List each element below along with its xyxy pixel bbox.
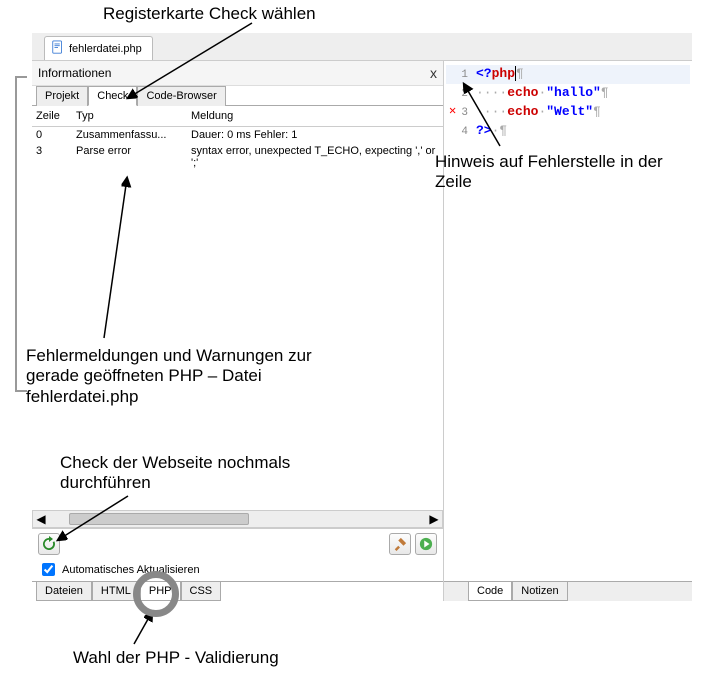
info-panel: Informationen x Projekt Check Code-Brows… xyxy=(32,61,444,601)
code-line: 1 <?php¶ xyxy=(446,65,690,84)
annotation-phpval: Wahl der PHP - Validierung xyxy=(73,648,279,668)
refresh-button[interactable] xyxy=(38,533,60,555)
code-line: 3 ····echo·"Welt"¶ xyxy=(446,103,690,122)
editor-panel: 1 <?php¶ 2 ····echo·"hallo"¶ 3 ····echo·… xyxy=(444,61,692,601)
ide-window: fehlerdatei.php Informationen x Projekt … xyxy=(32,33,692,603)
scroll-left-icon[interactable]: ◀ xyxy=(33,511,49,527)
file-tab-label: fehlerdatei.php xyxy=(69,43,142,55)
tab-projekt[interactable]: Projekt xyxy=(36,86,88,106)
close-icon[interactable]: x xyxy=(430,65,437,81)
error-marker-icon[interactable]: ✕ xyxy=(449,102,456,120)
bottom-tabs: Dateien HTML PHP CSS xyxy=(32,581,443,601)
auto-update-checkbox[interactable] xyxy=(42,563,55,576)
tab-code-browser[interactable]: Code-Browser xyxy=(137,86,225,106)
btab-css[interactable]: CSS xyxy=(181,582,222,601)
btab-php[interactable]: PHP xyxy=(140,582,181,601)
info-tabs: Projekt Check Code-Browser xyxy=(32,86,443,106)
annotation-recheck: Check der Webseite nochmals durchführen xyxy=(60,453,320,494)
play-button[interactable] xyxy=(415,533,437,555)
file-icon xyxy=(51,40,65,57)
auto-update-row: Automatisches Aktualisieren xyxy=(32,558,443,581)
tab-check[interactable]: Check xyxy=(88,86,137,106)
column-headers: Zeile Typ Meldung xyxy=(32,106,443,127)
col-typ[interactable]: Typ xyxy=(76,110,191,122)
file-tab-active[interactable]: fehlerdatei.php xyxy=(44,36,153,60)
file-tabstrip: fehlerdatei.php xyxy=(32,33,692,61)
code-line: 2 ····echo·"hallo"¶ xyxy=(446,84,690,103)
table-row[interactable]: 0 Zusammenfassu... Dauer: 0 ms Fehler: 1 xyxy=(32,127,443,143)
col-meldung[interactable]: Meldung xyxy=(191,110,439,122)
tab-notizen[interactable]: Notizen xyxy=(512,582,567,601)
scroll-thumb[interactable] xyxy=(69,513,249,525)
panel-toolbar xyxy=(32,528,443,558)
btab-html[interactable]: HTML xyxy=(92,582,140,601)
code-line: 4 ?>·¶ xyxy=(446,122,690,141)
annotation-errors: Fehlermeldungen und Warnungen zur gerade… xyxy=(26,346,326,407)
bracket-decoration xyxy=(15,76,27,392)
tools-button[interactable] xyxy=(389,533,411,555)
info-title: Informationen xyxy=(38,66,111,80)
code-editor[interactable]: 1 <?php¶ 2 ····echo·"hallo"¶ 3 ····echo·… xyxy=(444,61,692,581)
auto-update-label: Automatisches Aktualisieren xyxy=(62,564,200,576)
horizontal-scrollbar[interactable]: ◀ ▶ xyxy=(32,510,443,528)
annotation-hint: Hinweis auf Fehlerstelle in der Zeile xyxy=(435,152,695,193)
col-zeile[interactable]: Zeile xyxy=(36,110,76,122)
table-row[interactable]: 3 Parse error syntax error, unexpected T… xyxy=(32,143,443,171)
btab-dateien[interactable]: Dateien xyxy=(36,582,92,601)
editor-bottom-tabs: Code Notizen xyxy=(444,581,692,601)
annotation-select-check: Registerkarte Check wählen xyxy=(103,4,316,24)
scroll-right-icon[interactable]: ▶ xyxy=(426,511,442,527)
tab-code[interactable]: Code xyxy=(468,582,512,601)
